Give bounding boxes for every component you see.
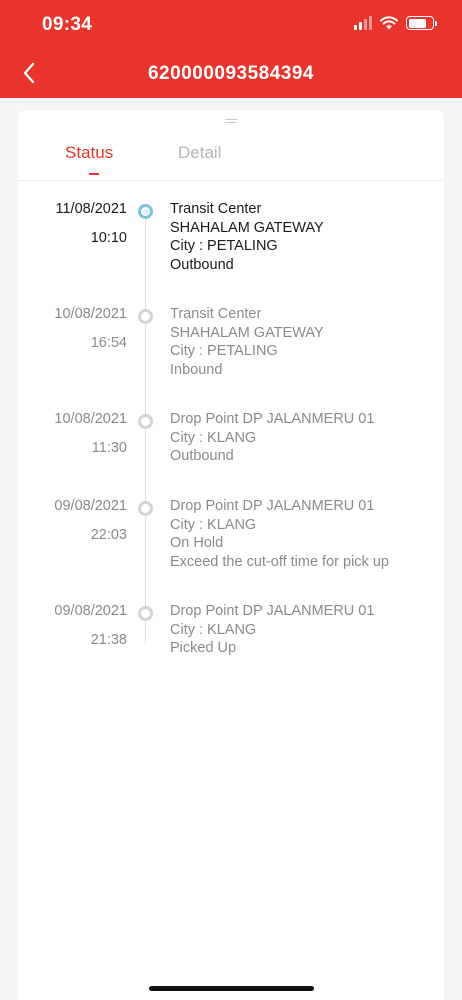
entry-status: On Hold [170, 535, 224, 551]
timeline-dot [138, 606, 153, 621]
entry-location-name: Drop Point DP JALANMERU 01 [170, 498, 375, 514]
entry-time: 22:03 [90, 526, 127, 543]
divider [18, 180, 444, 181]
timeline-dot [138, 204, 153, 219]
entry-date: 10/08/2021 [54, 411, 127, 427]
entry-date: 09/08/2021 [54, 603, 127, 619]
battery-icon [406, 16, 437, 30]
timeline-dot [138, 309, 153, 324]
entry-time: 16:54 [90, 334, 127, 351]
entry-location-name: Drop Point DP JALANMERU 01 [170, 603, 375, 619]
entry-time: 11:30 [91, 439, 127, 456]
entry-time: 21:38 [90, 631, 127, 648]
page-title: 620000093584394 [147, 63, 314, 84]
timeline-dot [138, 414, 153, 429]
timeline-dot [138, 501, 153, 516]
entry-location-type: Transit Center [170, 306, 262, 322]
entry-city: City : KLANG [170, 516, 257, 533]
entry-city: City : PETALING [170, 238, 278, 254]
home-indicator[interactable] [149, 986, 314, 991]
entry-date: 11/08/2021 [55, 201, 128, 217]
app-header: 09:34 620000093584394 [0, 0, 462, 98]
entry-status: Outbound [170, 448, 234, 464]
entry-location-type: Transit Center [170, 201, 262, 217]
tab-bar: Status Detail [18, 138, 444, 182]
entry-city: City : KLANG [170, 621, 257, 638]
cellular-signal-icon [354, 16, 372, 30]
entry-status: Picked Up [170, 640, 237, 656]
tab-status[interactable]: Status [65, 143, 113, 163]
status-bar-icons [354, 16, 437, 30]
tab-detail[interactable]: Detail [178, 143, 221, 163]
entry-time: 10:10 [90, 229, 127, 246]
entry-date: 10/08/2021 [54, 306, 127, 322]
entry-date: 09/08/2021 [54, 498, 127, 514]
entry-location-name: SHAHALAM GATEWAY [170, 219, 324, 236]
entry-location-name: SHAHALAM GATEWAY [170, 324, 324, 341]
entry-city: City : KLANG [170, 429, 257, 446]
wifi-icon [380, 16, 398, 30]
drag-handle[interactable] [225, 119, 237, 123]
entry-location-name: Drop Point DP JALANMERU 01 [170, 411, 375, 427]
status-bar-time: 09:34 [42, 14, 93, 35]
active-tab-indicator [89, 173, 99, 175]
tracking-card: Status Detail 11/08/2021 10:10 Transit C… [18, 110, 444, 1000]
entry-status: Outbound [170, 256, 234, 273]
entry-status: Inbound [170, 361, 223, 378]
entry-city: City : PETALING [170, 343, 278, 359]
entry-note: Exceed the cut-off time for pick up [170, 553, 389, 570]
